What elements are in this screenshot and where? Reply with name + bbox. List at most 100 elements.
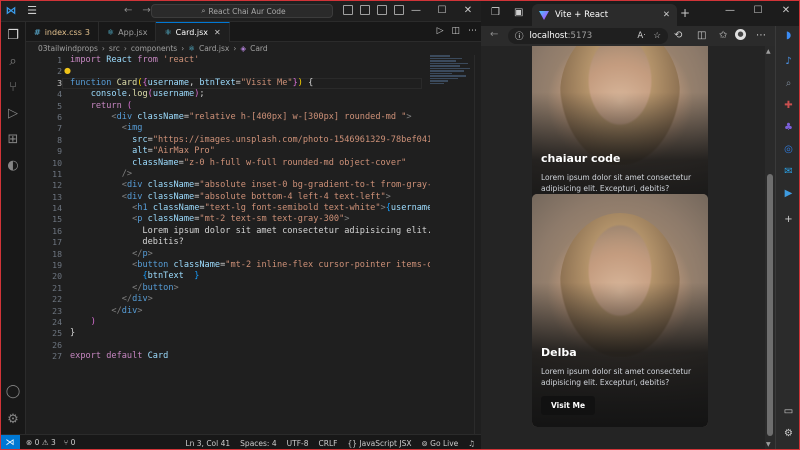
card-title: chaiaur code [541, 152, 621, 165]
code-line: <div className="relative h-[400px] w-[30… [111, 111, 412, 122]
split-editor-icon[interactable]: ◫ [451, 26, 460, 36]
toggle-panel-icon[interactable] [360, 5, 370, 15]
explorer-icon[interactable]: ❐ [5, 28, 21, 44]
command-center-search[interactable]: ⌕ React Chai Aur Code [151, 4, 333, 18]
breadcrumb-item[interactable]: src [109, 44, 120, 53]
code-line: <button className="mt-2 inline-flex curs… [132, 260, 430, 271]
chevron-right-icon: › [181, 44, 185, 53]
code-line: </div> [121, 294, 153, 305]
cursor-position[interactable]: Ln 3, Col 41 [185, 439, 230, 448]
card-button[interactable]: Visit Me [541, 396, 596, 415]
hide-sidebar-icon[interactable]: ▭ [781, 406, 796, 417]
breadcrumb-item[interactable]: Card.jsx [199, 44, 229, 53]
toggle-secondary-sidebar-icon[interactable] [377, 5, 387, 15]
maximize-icon[interactable]: ☐ [429, 0, 455, 22]
more-actions-icon[interactable]: ⋯ [468, 26, 477, 36]
favorite-star-icon[interactable]: ☆ [653, 31, 661, 41]
breadcrumb-item[interactable]: components [131, 44, 177, 53]
read-aloud-icon[interactable]: Aᐧ [637, 31, 645, 41]
minimap[interactable] [430, 55, 474, 95]
line-number: 19 [52, 260, 62, 271]
search-icon[interactable]: ⌕ [5, 54, 21, 70]
favorites-icon[interactable]: ✩ [719, 30, 727, 41]
breadcrumb: 03tailwindprops › src › components › ⚛ Card… [38, 42, 268, 55]
close-icon[interactable]: ✕ [455, 0, 481, 22]
status-right: Ln 3, Col 41 Spaces: 4 UTF-8 CRLF {} Jav… [185, 435, 475, 450]
edge-devtools-icon[interactable]: ◐ [5, 158, 21, 174]
language-mode[interactable]: {} JavaScript JSX [347, 439, 411, 448]
browser-tab-bar: ❒ ▣ Vite + React ✕ + — ☐ ✕ [481, 0, 800, 26]
account-icon[interactable]: ◯ [5, 384, 21, 400]
sidebar-settings-icon[interactable]: ⚙ [781, 428, 796, 439]
ports-status[interactable]: ⑂ 0 [64, 438, 76, 447]
more-menu-icon[interactable]: ⋯ [756, 30, 766, 41]
breadcrumb-item[interactable]: 03tailwindprops [38, 44, 98, 53]
browser-tab[interactable]: Vite + React ✕ [532, 4, 677, 26]
site-info-icon[interactable]: ⓘ [515, 30, 524, 42]
add-sidebar-app-icon[interactable]: + [781, 214, 796, 225]
tab-index-css[interactable]: # index.css 3 [26, 22, 99, 42]
notifications-bell-icon[interactable]: ♫ [468, 439, 475, 448]
go-live-button[interactable]: ⊚ Go Live [421, 439, 458, 448]
chevron-right-icon: › [123, 44, 127, 53]
extensions-icon[interactable]: ⊞ [5, 132, 21, 148]
problems-status[interactable]: ⊗ 0 ⚠ 3 [26, 438, 56, 447]
back-arrow-icon[interactable]: ← [490, 29, 498, 40]
breadcrumb-item[interactable]: Card [250, 44, 268, 53]
line-number: 13 [52, 191, 62, 202]
minimize-icon[interactable]: — [403, 0, 429, 22]
address-bar[interactable]: ⓘ localhost:5173 Aᐧ ☆ [508, 28, 668, 44]
indentation[interactable]: Spaces: 4 [240, 439, 276, 448]
maximize-icon[interactable]: ☐ [744, 0, 772, 22]
run-debug-icon[interactable]: ▷ [5, 106, 21, 122]
profile-avatar[interactable]: ● [735, 29, 746, 40]
minimize-icon[interactable]: — [716, 0, 744, 22]
tools-icon[interactable]: ✚ [781, 100, 796, 111]
window-controls: — ☐ ✕ [403, 0, 481, 22]
source-control-icon[interactable]: ⑂ [5, 80, 21, 96]
extensions-icon[interactable]: ⟲ [674, 30, 682, 41]
workspaces-icon[interactable]: ❒ [491, 7, 500, 18]
tab-app-jsx[interactable]: ⚛ App.jsx [99, 22, 157, 42]
games-icon[interactable]: ♣ [781, 122, 796, 133]
scrollbar-thumb[interactable] [767, 174, 773, 436]
line-number: 23 [52, 305, 62, 316]
new-tab-icon[interactable]: + [680, 6, 690, 20]
code-line: <img [121, 123, 143, 134]
copilot-icon[interactable]: ◗ [781, 30, 796, 41]
react-file-icon: ⚛ [106, 27, 115, 37]
close-tab-icon[interactable]: ✕ [214, 28, 221, 37]
office-icon[interactable]: ◎ [781, 144, 796, 155]
line-ending[interactable]: CRLF [319, 439, 338, 448]
window-controls: — ☐ ✕ [716, 0, 800, 22]
tab-actions-icon[interactable]: ▣ [514, 7, 523, 18]
tab-label: index.css [44, 27, 82, 37]
close-tab-icon[interactable]: ✕ [663, 10, 670, 20]
outlook-icon[interactable]: ✉ [781, 166, 796, 177]
settings-gear-icon[interactable]: ⚙ [5, 412, 21, 428]
encoding[interactable]: UTF-8 [287, 439, 309, 448]
close-icon[interactable]: ✕ [772, 0, 800, 22]
css-file-icon: # [34, 27, 41, 37]
code-line: </div> [111, 305, 143, 316]
tab-card-jsx[interactable]: ⚛ Card.jsx ✕ [156, 22, 230, 42]
error-count: 0 [34, 438, 40, 447]
editor-scrollbar[interactable] [474, 55, 481, 434]
menu-icon[interactable]: ☰ [22, 4, 42, 17]
run-icon[interactable]: ▷ [437, 26, 444, 36]
line-number: 5 [57, 100, 62, 111]
code-line: <div className="absolute bottom-4 left-4… [121, 191, 391, 202]
page-viewport: chaiaur code Lorem ipsum dolor sit amet … [481, 46, 775, 450]
line-number: 11 [52, 168, 62, 179]
search-icon[interactable]: ⌕ [781, 78, 796, 89]
drop-icon[interactable]: ▶ [781, 188, 796, 199]
split-screen-icon[interactable]: ◫ [697, 30, 706, 41]
scroll-down-icon[interactable]: ▼ [766, 441, 771, 448]
page-scrollbar[interactable]: ▲ ▼ [765, 46, 775, 450]
notifications-bell-icon[interactable]: ♪ [781, 56, 796, 67]
code-editor[interactable]: ● 1 2 3 4 5 6 7 8 9 10 11 12 13 14 15 16… [26, 55, 481, 434]
scroll-up-icon[interactable]: ▲ [766, 48, 771, 55]
toggle-sidebar-icon[interactable] [343, 5, 353, 15]
remote-indicator-icon[interactable]: ⋊ [0, 434, 20, 450]
